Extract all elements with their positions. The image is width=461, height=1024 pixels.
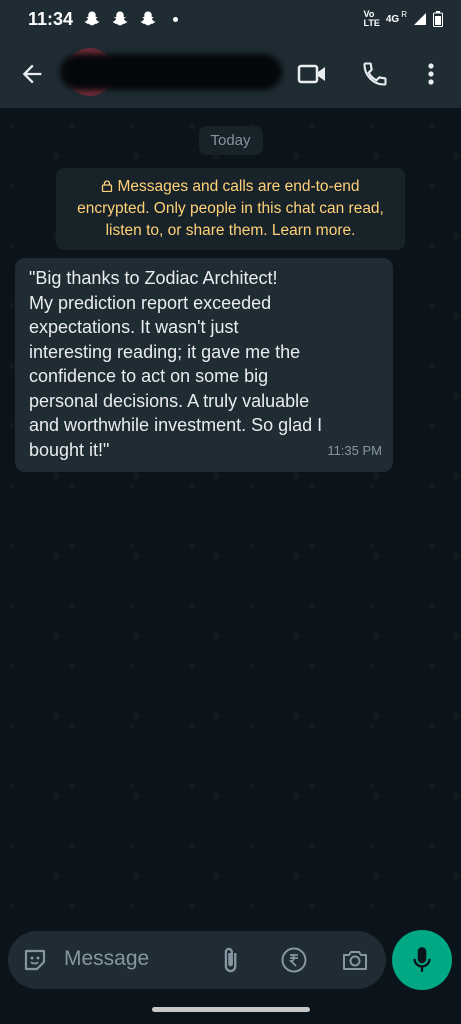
- message-text: "Big thanks to Zodiac Architect! My pred…: [29, 268, 323, 460]
- roaming-indicator: R: [401, 9, 407, 19]
- message-input[interactable]: Message: [64, 947, 149, 971]
- chat-header: [0, 38, 461, 108]
- snapchat-icon: [112, 11, 128, 26]
- notification-dot: [173, 16, 179, 22]
- battery-icon: [433, 11, 443, 27]
- network-type: 4G: [385, 13, 400, 25]
- attachment-icon[interactable]: [216, 946, 244, 974]
- encryption-text: Messages and calls are end-to-end encryp…: [77, 178, 384, 239]
- volte-bottom: LTE: [363, 18, 380, 28]
- encryption-notice[interactable]: Messages and calls are end-to-end encryp…: [56, 168, 405, 250]
- chat-area[interactable]: Today Messages and calls are end-to-end …: [0, 108, 461, 928]
- sticker-icon[interactable]: [22, 947, 48, 973]
- status-right: Vo LTE 4G R: [364, 10, 443, 28]
- rupee-payment-icon[interactable]: [280, 946, 308, 974]
- voice-call-icon[interactable]: [360, 60, 390, 88]
- video-call-icon[interactable]: [297, 60, 327, 88]
- back-arrow-icon[interactable]: [18, 60, 46, 88]
- system-nav-bar: [0, 996, 461, 1024]
- status-bar: 11:34 Vo LTE 4G R: [0, 0, 461, 38]
- lock-icon: [102, 180, 113, 192]
- snapchat-icon: [140, 11, 156, 26]
- camera-icon[interactable]: [341, 946, 369, 974]
- contact-name-redacted[interactable]: [60, 54, 282, 90]
- date-chip: Today: [198, 126, 263, 155]
- microphone-icon: [413, 947, 431, 972]
- signal-icon: [414, 13, 426, 25]
- volte-indicator: Vo LTE: [364, 10, 380, 28]
- snapchat-icon: [84, 11, 100, 26]
- message-input-bar[interactable]: Message: [8, 931, 386, 989]
- more-options-icon[interactable]: [416, 60, 446, 88]
- status-left: 11:34: [28, 8, 179, 30]
- message-bubble[interactable]: "Big thanks to Zodiac Architect! My pred…: [15, 258, 393, 472]
- status-time: 11:34: [28, 8, 74, 29]
- message-time: 11:35 PM: [327, 442, 382, 458]
- home-gesture-pill[interactable]: [152, 1007, 310, 1012]
- voice-message-button[interactable]: [392, 930, 452, 990]
